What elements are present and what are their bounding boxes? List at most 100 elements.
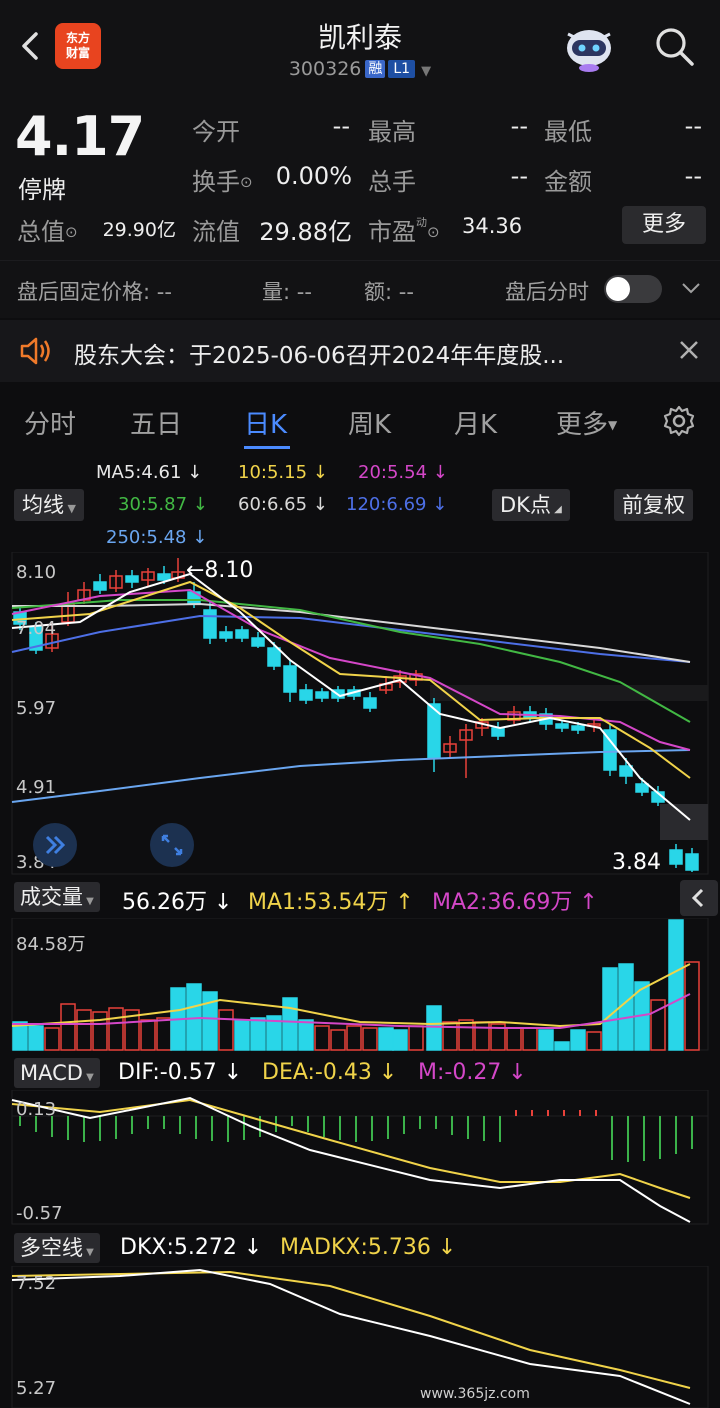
y-tick-4: 4.91 — [16, 777, 57, 798]
candle-body — [93, 581, 107, 591]
stock-name: 凯利泰 — [317, 21, 402, 54]
close-icon[interactable] — [678, 339, 700, 361]
volume-bar — [282, 997, 298, 1051]
dkx-selector[interactable]: 多空线 ▼ — [14, 1233, 100, 1263]
candle-body — [491, 727, 505, 737]
volume-bar — [92, 1011, 108, 1051]
tab-more[interactable]: 更多▼ — [556, 404, 617, 441]
candle-body — [299, 689, 313, 701]
candle-body — [157, 573, 171, 581]
ma10-label: 10:5.15 ↓ — [238, 462, 328, 483]
open-label: 今开 — [192, 118, 240, 146]
dropdown-triangle-icon[interactable]: ▼ — [421, 64, 431, 79]
y-tick-1: 8.10 — [16, 562, 57, 583]
stock-code-line[interactable]: 300326 融 L1 ▼ — [200, 58, 520, 80]
low-label: 最低 — [544, 118, 592, 146]
amount-value: -- — [684, 162, 702, 190]
volume-bar — [108, 1007, 124, 1051]
more-button[interactable]: 更多 — [622, 206, 706, 244]
volume-chart[interactable] — [0, 918, 720, 1052]
dea-line — [11, 1098, 691, 1199]
candle-body — [571, 725, 585, 731]
ma10-line — [11, 580, 691, 779]
candle-body — [235, 629, 249, 639]
dif-line — [11, 1096, 691, 1223]
tab-intraday[interactable]: 分时 — [24, 404, 76, 441]
macd-chart[interactable] — [0, 1090, 720, 1226]
collapse-panel-button[interactable] — [680, 880, 718, 916]
volume-bar — [378, 1027, 394, 1051]
volume-bar — [330, 1029, 346, 1051]
indicator-selector[interactable]: 均线 ▼ — [14, 489, 84, 521]
volume-value: -- — [510, 162, 528, 190]
candle-body — [685, 853, 699, 871]
notice-text[interactable]: 股东大会：于2025-06-06召开2024年年度股... — [74, 336, 564, 370]
dkx-top-label: 7.52 — [16, 1273, 57, 1294]
candle-body — [635, 783, 649, 793]
candle-body — [669, 849, 683, 865]
candlestick-chart[interactable] — [0, 552, 720, 878]
ma60-label: 60:6.65 ↓ — [238, 494, 328, 515]
dkx-line — [11, 1268, 691, 1405]
dkx-frame — [11, 1266, 709, 1408]
volume-bar — [346, 1025, 362, 1051]
after-hours-intraday-label: 盘后分时 — [505, 280, 589, 304]
after-hours-volume: 量: -- — [262, 280, 312, 304]
speaker-icon — [20, 337, 50, 365]
ma120-line — [11, 614, 691, 663]
volume-bar — [28, 1025, 44, 1051]
volume-indicator-selector[interactable]: 成交量 ▼ — [14, 882, 100, 912]
low-value: -- — [684, 112, 702, 140]
candle-body — [251, 637, 265, 647]
pe-label: 市盈动⊙ — [368, 216, 440, 246]
volume-label: 总手 — [368, 168, 416, 196]
volume-current: 56.26万 ↓ — [122, 890, 233, 915]
active-tab-underline — [244, 446, 290, 449]
volume-ma2-line — [12, 993, 691, 1029]
candle-body — [363, 697, 377, 709]
chevron-down-icon[interactable] — [680, 280, 702, 296]
volume-bar — [44, 1027, 60, 1051]
ma5-label: MA5:4.61 ↓ — [96, 462, 203, 483]
gear-icon[interactable] — [662, 404, 696, 438]
tab-monthly-k[interactable]: 月K — [454, 404, 497, 441]
volume-bar — [234, 1019, 250, 1051]
expand-left-button[interactable] — [33, 823, 77, 867]
total-cap-value: 29.90亿 — [102, 219, 176, 241]
low-marker: 3.84 — [612, 850, 661, 875]
volume-bar — [392, 1029, 408, 1051]
app-logo[interactable]: 东方 财富 — [55, 23, 101, 69]
chevron-left-icon — [691, 888, 704, 908]
turnover-value: 0.00% — [275, 162, 352, 190]
scroll-block — [660, 804, 708, 840]
back-arrow-icon[interactable] — [14, 28, 50, 64]
volume-bar — [684, 961, 700, 1051]
dkx-bottom-label: 5.27 — [16, 1378, 57, 1399]
robot-assistant-icon[interactable] — [560, 22, 618, 74]
macd-selector[interactable]: MACD ▼ — [14, 1058, 100, 1088]
adjust-button[interactable]: 前复权 — [614, 489, 693, 521]
volume-bar — [362, 1027, 378, 1051]
fullscreen-button[interactable] — [150, 823, 194, 867]
stock-code: 300326 — [288, 58, 362, 80]
pe-value: 34.36 — [462, 214, 523, 238]
volume-bar — [458, 1019, 474, 1051]
madkx-line — [11, 1270, 691, 1389]
open-value: -- — [332, 112, 350, 140]
volume-bar — [218, 1009, 234, 1051]
ma120-label: 120:6.69 ↓ — [346, 494, 448, 515]
volume-bar — [156, 1017, 172, 1051]
search-icon[interactable] — [652, 24, 696, 68]
dk-point-button[interactable]: DK点 ◢ — [492, 489, 570, 521]
tab-daily-k[interactable]: 日K — [244, 404, 287, 441]
volume-bar — [570, 1029, 586, 1051]
volume-bar — [668, 919, 684, 1051]
tab-weekly-k[interactable]: 周K — [348, 404, 391, 441]
dkx-value: DKX:5.272 ↓ — [120, 1235, 263, 1260]
trading-status: 停牌 — [18, 176, 66, 204]
volume-bar — [298, 1019, 314, 1051]
y-tick-3: 5.97 — [16, 698, 57, 719]
tab-five-day[interactable]: 五日 — [130, 404, 182, 441]
dkx-chart[interactable] — [0, 1266, 720, 1408]
macd-m: M:-0.27 ↓ — [418, 1060, 527, 1085]
